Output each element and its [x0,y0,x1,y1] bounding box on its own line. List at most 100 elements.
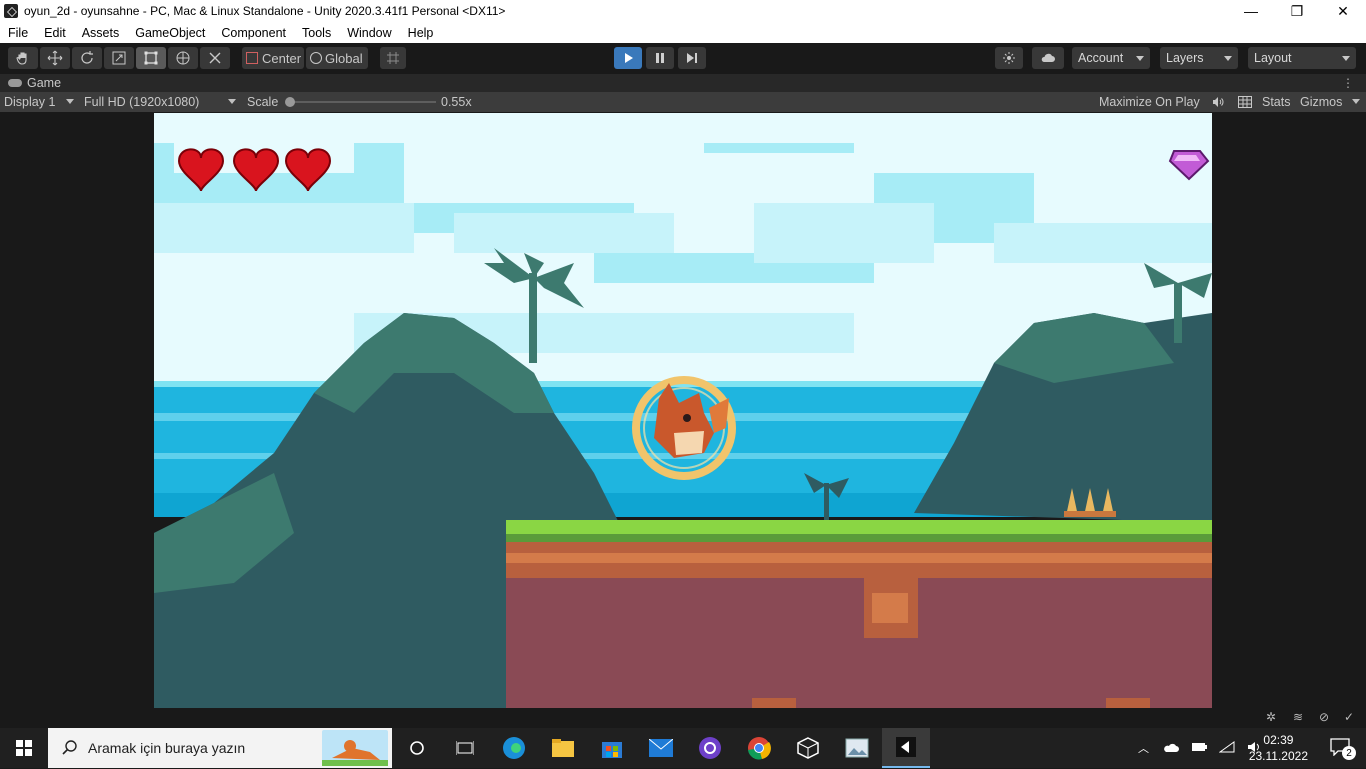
unity-icon[interactable] [882,728,930,768]
cloud-icon[interactable] [1032,47,1064,69]
layers-icon[interactable]: ≋ [1293,710,1303,724]
game-scene: 1 [154,113,1212,708]
spike-trap [1064,488,1116,517]
display-label: Display 1 [4,95,56,109]
notification-badge: 2 [1342,746,1356,760]
tab-game-label: Game [27,76,62,90]
transform-tool-icon[interactable] [168,47,198,69]
scale-label: Scale [247,95,279,109]
pivot-rotation-button[interactable]: Global [306,47,368,69]
layers-label: Layers [1166,51,1204,65]
edge-icon[interactable] [490,728,538,768]
maximize-on-play-toggle[interactable]: Maximize On Play [1099,95,1200,109]
maximize-button[interactable]: ❐ [1274,0,1320,22]
chevron-down-icon [66,99,74,104]
scale-tool-icon[interactable] [104,47,134,69]
chevron-down-icon [1224,56,1232,61]
battery-icon[interactable] [1191,741,1207,756]
scene-icon[interactable]: ✲ [1266,710,1276,724]
clock-date: 23.11.2022 [1248,749,1308,763]
onedrive-cloud-icon[interactable] [1163,741,1179,756]
chevron-up-icon[interactable]: ︿ [1138,740,1149,756]
menu-gameobject[interactable]: GameObject [127,26,213,40]
search-placeholder: Aramak için buraya yazın [88,740,246,756]
layout-dropdown[interactable]: Layout [1248,47,1356,69]
gamepad-icon [8,79,22,87]
title-bar: oyun_2d - oyunsahne - PC, Mac & Linux St… [0,0,1366,22]
grid-snap-icon[interactable] [380,47,406,69]
scale-value: 0.55x [441,95,472,109]
menu-assets[interactable]: Assets [74,26,128,40]
status-icons-row: ✲ ≋ ⊘ ✓ [0,708,1366,728]
layers-dropdown[interactable]: Layers [1160,47,1238,69]
chevron-down-icon [1342,56,1350,61]
windows-taskbar: Aramak için buraya yazın ︿ 02:39 23.11.2… [0,728,1366,768]
more-options-icon[interactable]: ⋮ [1342,76,1354,90]
gem-count: 1 [1074,150,1084,169]
menu-edit[interactable]: Edit [36,26,74,40]
mail-icon[interactable] [637,728,685,768]
rect-tool-icon[interactable] [136,47,166,69]
rotate-tool-icon[interactable] [72,47,102,69]
notification-center-button[interactable]: 2 [1330,738,1356,760]
pivot-mode-label: Center [262,50,302,66]
chevron-down-icon [1136,56,1144,61]
tab-game[interactable]: Game [0,76,61,90]
custom-tool-icon[interactable] [200,47,230,69]
display-dropdown[interactable]: Display 1 [0,92,78,112]
health-hearts [177,148,332,192]
menu-tools[interactable]: Tools [294,26,339,40]
menu-file[interactable]: File [0,26,36,40]
stats-toggle[interactable]: Stats [1262,95,1291,109]
store-icon[interactable] [588,728,636,768]
task-view-icon[interactable] [441,728,489,768]
unity-hub-icon[interactable] [784,728,832,768]
chevron-down-icon [1352,99,1360,104]
debug-icon[interactable]: ⊘ [1319,710,1329,724]
check-icon[interactable]: ✓ [1344,710,1354,724]
account-label: Account [1078,51,1124,65]
start-button[interactable] [0,728,48,768]
windows-logo-icon [16,740,32,756]
search-icon [62,740,77,755]
clock-time: 02:39 [1263,733,1294,747]
wifi-icon[interactable] [1218,740,1235,756]
chrome-icon[interactable] [735,728,783,768]
menu-bar: File Edit Assets GameObject Component To… [0,22,1366,43]
window-title: oyun_2d - oyunsahne - PC, Mac & Linux St… [24,4,506,18]
menu-window[interactable]: Window [339,26,399,40]
game-tab-bar: Game ⋮ [0,74,1366,92]
github-icon[interactable] [686,728,734,768]
hand-tool-icon[interactable] [8,47,38,69]
account-dropdown[interactable]: Account [1072,47,1150,69]
file-explorer-icon[interactable] [539,728,587,768]
move-tool-icon[interactable] [40,47,70,69]
menu-help[interactable]: Help [400,26,442,40]
pivot-center-icon [246,52,258,64]
stats-grid-icon[interactable] [1238,96,1252,111]
gizmos-dropdown[interactable]: Gizmos [1296,92,1364,112]
grass [506,520,1212,534]
game-view[interactable]: 1 [154,113,1212,708]
step-button[interactable] [678,47,706,69]
system-clock[interactable]: 02:39 23.11.2022 [1249,732,1308,764]
menu-component[interactable]: Component [213,26,294,40]
minimize-button[interactable]: — [1228,0,1274,22]
resolution-label: Full HD (1920x1080) [84,95,200,109]
search-box[interactable]: Aramak için buraya yazın [48,728,392,768]
scale-slider-track[interactable] [288,101,436,103]
collab-icon[interactable] [995,47,1023,69]
globe-icon [310,52,322,64]
game-view-toolbar: Display 1 Full HD (1920x1080) Scale 0.55… [0,92,1366,112]
photos-icon[interactable] [833,728,881,768]
pause-button[interactable] [646,47,674,69]
resolution-dropdown[interactable]: Full HD (1920x1080) [80,92,240,112]
cortana-icon[interactable] [393,728,441,768]
main-toolbar: Center Global Account Layers Layout [0,43,1366,73]
chevron-down-icon [228,99,236,104]
mute-audio-icon[interactable] [1212,96,1224,111]
play-button[interactable] [614,47,642,69]
scale-slider-handle[interactable] [285,97,295,107]
pivot-mode-button[interactable]: Center [242,47,304,69]
close-button[interactable]: ✕ [1320,0,1366,22]
